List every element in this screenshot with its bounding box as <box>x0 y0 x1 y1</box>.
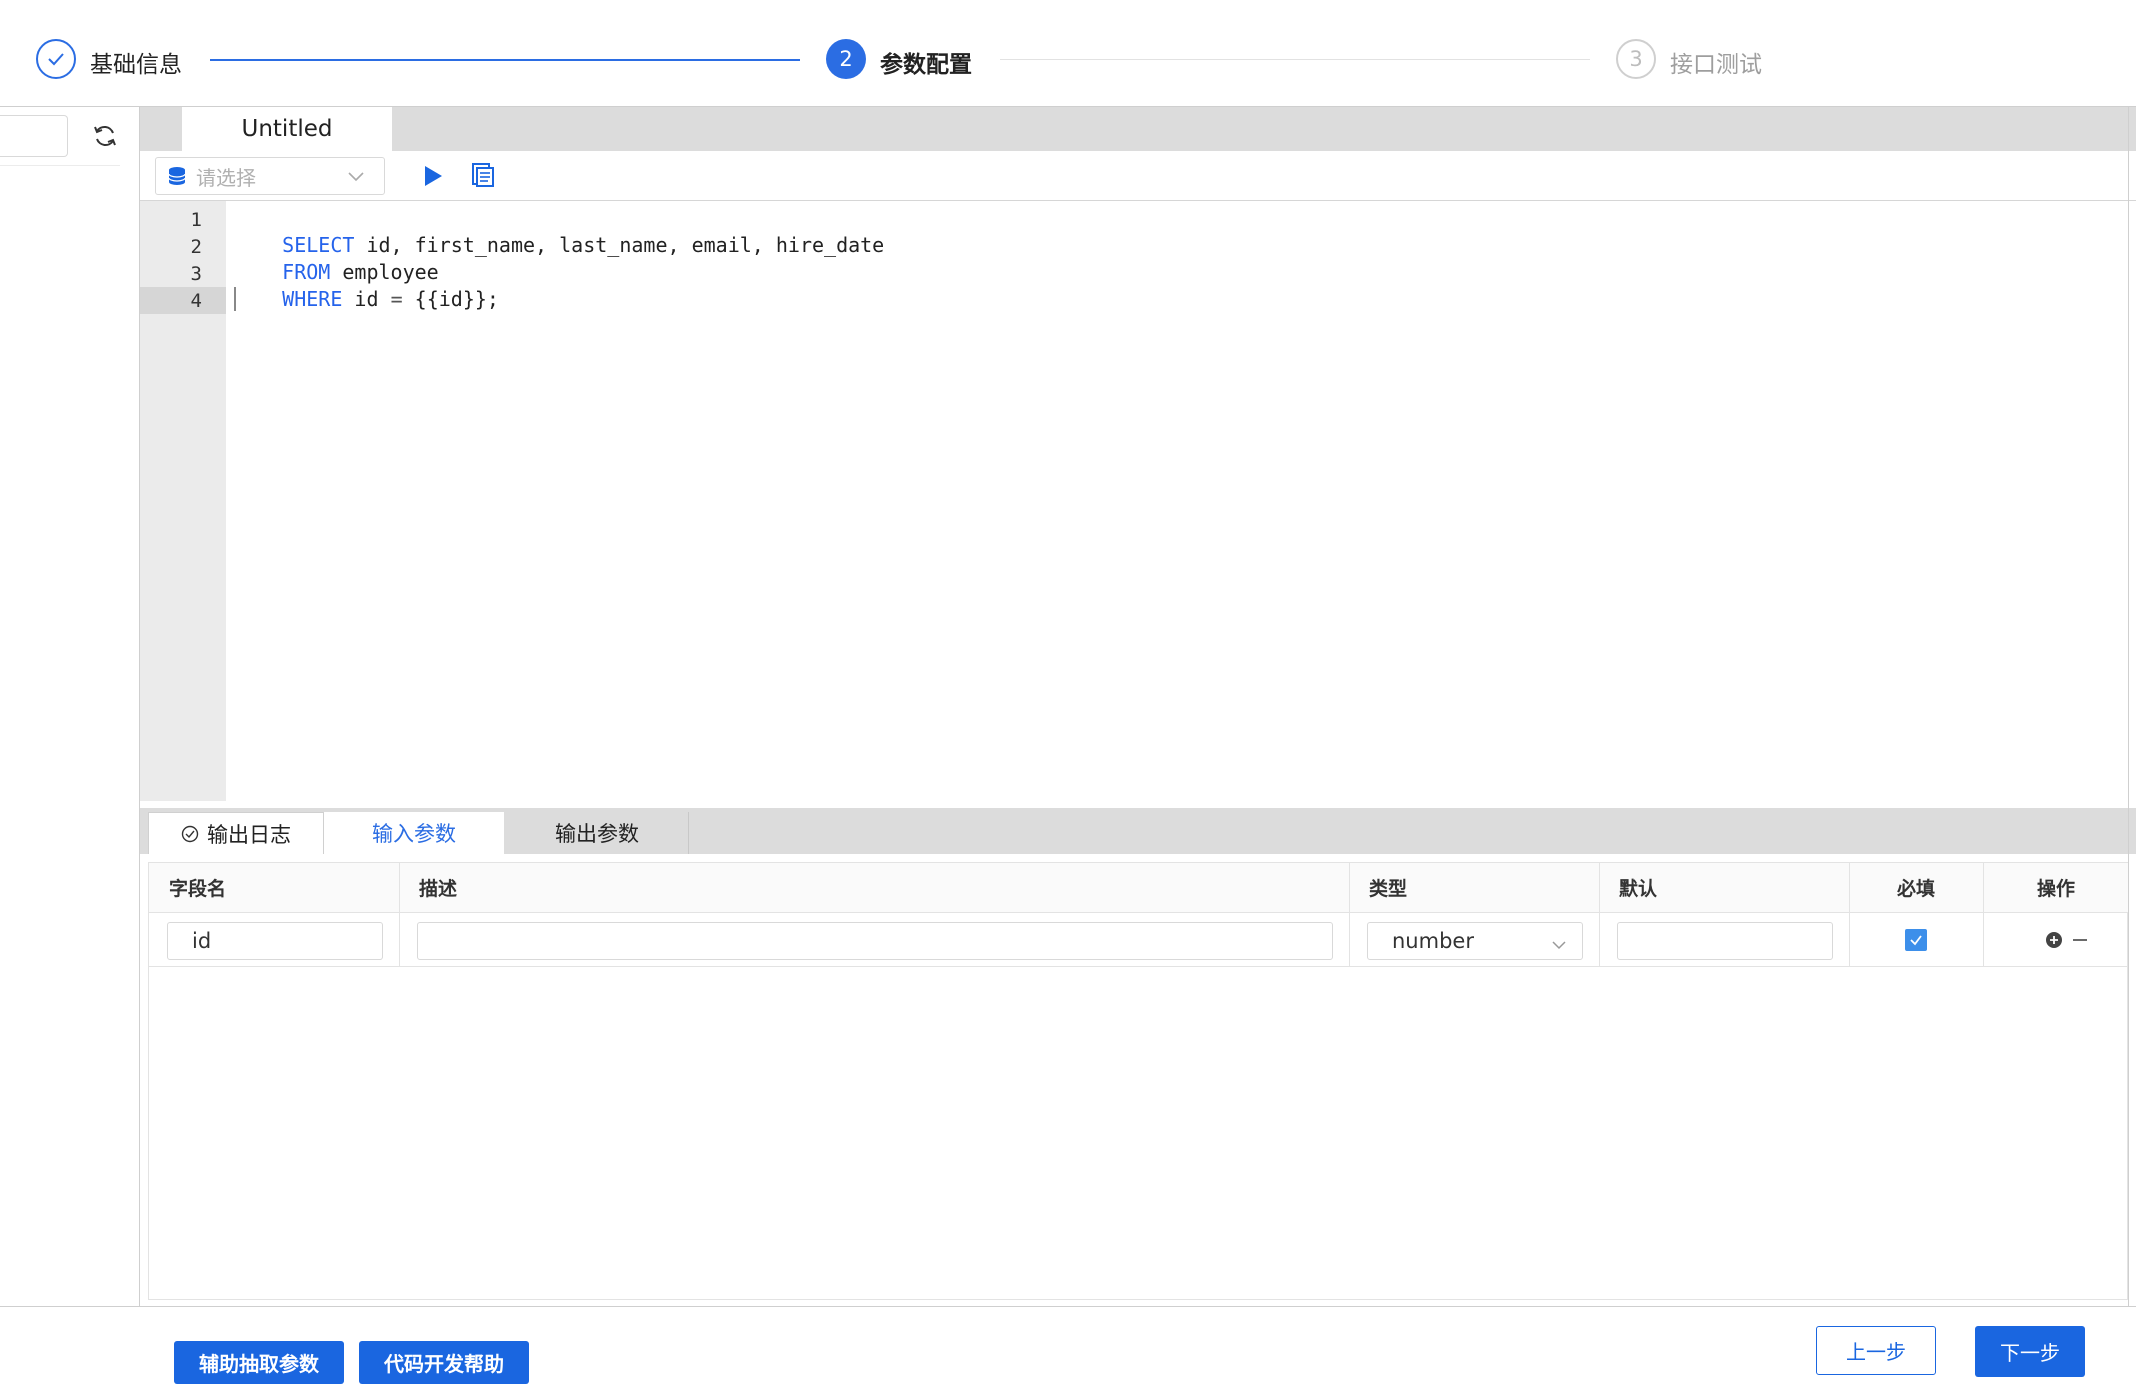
code-help-button[interactable]: 代码开发帮助 <box>359 1341 529 1384</box>
editor-tab-strip <box>140 107 2136 151</box>
type-select[interactable]: number <box>1367 922 1583 960</box>
refresh-icon[interactable] <box>92 123 118 149</box>
datasource-placeholder: 请选择 <box>196 165 256 190</box>
code-operator: = <box>390 287 403 311</box>
run-icon[interactable] <box>420 162 446 190</box>
header-field-name: 字段名 <box>149 863 399 913</box>
step-1-check-icon <box>36 39 76 79</box>
left-sidebar <box>0 107 140 1307</box>
header-type: 类型 <box>1349 863 1599 913</box>
editor-right-border <box>2128 107 2129 1307</box>
chevron-down-icon <box>1550 935 1568 959</box>
step-2-number: 2 <box>826 39 866 79</box>
tab-output-params-label: 输出参数 <box>555 822 639 846</box>
prev-step-button[interactable]: 上一步 <box>1816 1326 1936 1375</box>
sidebar-search-input[interactable] <box>0 115 68 157</box>
line-number-gutter: 1 2 3 4 <box>140 201 226 801</box>
sql-editor[interactable]: SELECT id, first_name, last_name, email,… <box>226 201 2136 801</box>
default-input[interactable] <box>1617 922 1833 960</box>
line-number: 4 <box>190 290 202 312</box>
line-number: 1 <box>190 209 202 231</box>
header-default: 默认 <box>1599 863 1849 913</box>
editor-left-border <box>139 107 140 1307</box>
steps-bar: 基础信息 2 参数配置 3 接口测试 <box>0 0 2136 107</box>
tab-output-params[interactable]: 输出参数 <box>506 812 689 854</box>
tab-input-params[interactable]: 输入参数 <box>324 812 504 854</box>
table-row: id number <box>149 913 2127 967</box>
tab-output-log-label: 输出日志 <box>207 822 291 847</box>
datasource-select[interactable]: 请选择 <box>155 157 385 195</box>
assist-extract-params-button[interactable]: 辅助抽取参数 <box>174 1341 344 1384</box>
type-select-value: number <box>1392 929 1474 953</box>
step-3-number: 3 <box>1616 39 1656 79</box>
line-number: 3 <box>190 263 202 285</box>
check-circle-icon <box>181 825 199 843</box>
next-step-button[interactable]: 下一步 <box>1975 1326 2085 1377</box>
workspace-bottom-border <box>0 1306 2136 1307</box>
header-required: 必填 <box>1849 863 1983 913</box>
text-cursor <box>234 287 236 311</box>
tab-output-log[interactable]: 输出日志 <box>148 812 324 854</box>
header-actions: 操作 <box>1983 863 2129 913</box>
step-1-label: 基础信息 <box>90 52 182 78</box>
step-connector-1 <box>210 59 800 61</box>
add-row-icon[interactable] <box>2045 931 2063 949</box>
params-table: 字段名 描述 类型 默认 必填 操作 id number <box>148 862 2129 1300</box>
database-icon <box>168 166 186 186</box>
code-text: {{id}}; <box>402 287 499 311</box>
chevron-down-icon <box>346 166 366 191</box>
code-line-3: WHERE id = {{id}}; <box>234 263 499 335</box>
step-2-label: 参数配置 <box>880 52 972 78</box>
tab-untitled[interactable]: Untitled <box>182 107 392 151</box>
required-checkbox[interactable] <box>1905 929 1927 951</box>
step-3-label: 接口测试 <box>1670 52 1762 78</box>
field-name-input[interactable]: id <box>167 922 383 960</box>
active-line-highlight <box>140 287 226 314</box>
keyword-where: WHERE <box>282 287 343 311</box>
tab-input-params-label: 输入参数 <box>372 822 456 846</box>
header-description: 描述 <box>399 863 1349 913</box>
remove-row-icon[interactable] <box>2071 931 2089 949</box>
description-input[interactable] <box>417 922 1333 960</box>
line-number: 2 <box>190 236 202 258</box>
code-text: id <box>342 287 391 311</box>
format-icon[interactable] <box>468 161 496 189</box>
sidebar-divider <box>0 165 120 166</box>
step-connector-2 <box>1000 59 1590 60</box>
